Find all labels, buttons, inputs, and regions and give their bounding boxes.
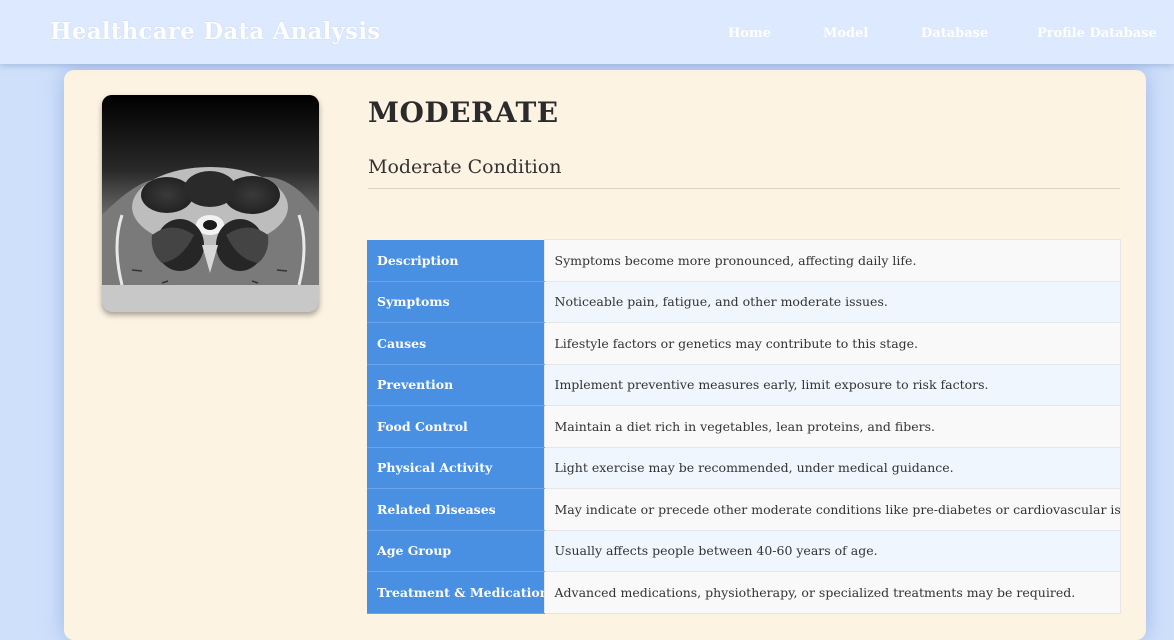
nav-links: Home Model Database Profile Database [0,26,1174,46]
table-row: Prevention Implement preventive measures… [367,363,1121,406]
row-value: May indicate or precede other moderate c… [543,488,1121,531]
row-key: Causes [367,322,544,365]
table-row: Physical Activity Light exercise may be … [367,446,1121,489]
table-row: Related Diseases May indicate or precede… [367,488,1121,531]
row-key: Treatment & Medication [367,571,544,614]
row-key: Symptoms [367,281,544,323]
nav-link-home[interactable]: Home [728,26,771,41]
divider [368,188,1120,189]
table-row: Age Group Usually affects people between… [367,529,1121,572]
condition-subtitle: Moderate Condition [368,156,562,178]
row-key: Related Diseases [367,488,544,531]
condition-level-title: MODERATE [368,96,559,129]
row-value: Lifestyle factors or genetics may contri… [543,322,1121,365]
row-value: Usually affects people between 40-60 yea… [543,529,1121,572]
table-row: Treatment & Medication Advanced medicati… [367,571,1121,614]
row-key: Food Control [367,405,544,448]
row-value: Symptoms become more pronounced, affecti… [543,239,1121,282]
row-key: Description [367,239,544,282]
table-row: Symptoms Noticeable pain, fatigue, and o… [367,280,1121,323]
condition-details-table: Description Symptoms become more pronoun… [367,239,1121,614]
navbar: Healthcare Data Analysis Home Model Data… [0,0,1174,64]
row-value: Noticeable pain, fatigue, and other mode… [543,280,1121,323]
row-key: Age Group [367,530,544,572]
table-row: Food Control Maintain a diet rich in veg… [367,405,1121,448]
table-row: Causes Lifestyle factors or genetics may… [367,322,1121,365]
nav-link-database[interactable]: Database [921,26,988,41]
row-key: Physical Activity [367,447,544,489]
row-value: Implement preventive measures early, lim… [543,363,1121,406]
nav-link-profile-database[interactable]: Profile Database [1037,26,1157,41]
condition-card: MODERATE Moderate Condition Description … [64,70,1146,640]
row-value: Advanced medications, physiotherapy, or … [543,571,1121,614]
mri-scan-image [102,95,319,312]
row-value: Maintain a diet rich in vegetables, lean… [543,405,1121,448]
table-row: Description Symptoms become more pronoun… [367,239,1121,282]
row-value: Light exercise may be recommended, under… [543,446,1121,489]
nav-link-model[interactable]: Model [823,26,868,41]
row-key: Prevention [367,364,544,406]
